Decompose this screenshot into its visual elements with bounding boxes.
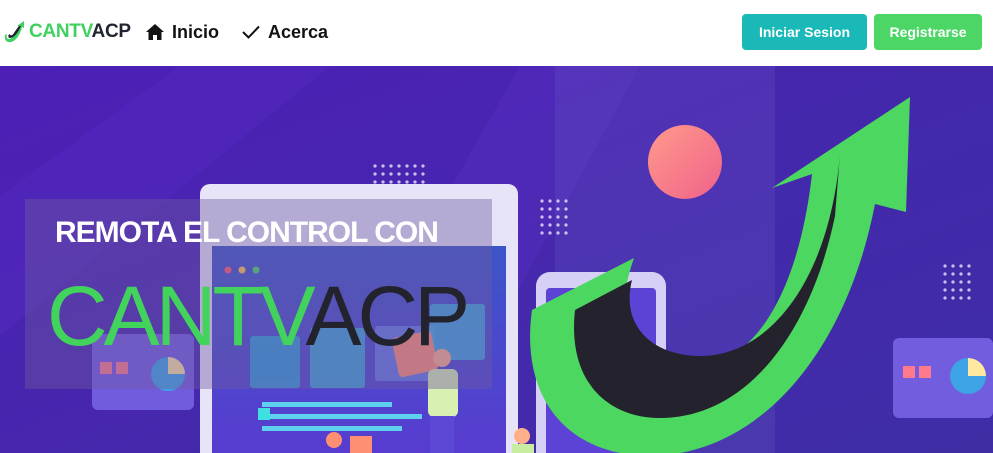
brand-name-part1: CANTV <box>29 21 92 42</box>
register-button[interactable]: Registrarse <box>874 14 982 50</box>
top-navbar: CANTVACP Inicio Acerca Iniciar Sesion Re… <box>0 0 993 66</box>
hero-tagline: REMOTA EL CONTROL CON <box>55 216 439 249</box>
login-button[interactable]: Iniciar Sesion <box>742 14 867 50</box>
hero-brand-part1: CANTV <box>47 269 309 363</box>
brand-name-part2: ACP <box>91 21 132 42</box>
checkmark-icon <box>242 25 260 39</box>
hero-brand-part2: ACP <box>305 269 470 363</box>
brand-logo[interactable]: CANTVACP <box>4 20 131 44</box>
nav-item-label: Acerca <box>268 21 329 42</box>
brand-name: CANTVACP <box>29 21 131 43</box>
cantv-logo-icon <box>4 21 25 43</box>
nav-item-inicio[interactable]: Inicio <box>146 20 219 44</box>
hero-banner: REMOTA EL CONTROL CON CANTVACP <box>0 66 993 453</box>
nav-item-acerca[interactable]: Acerca <box>242 20 328 44</box>
nav-item-label: Inicio <box>172 21 220 42</box>
home-icon <box>146 24 164 40</box>
hero-brand-title: CANTVACP <box>47 274 470 358</box>
